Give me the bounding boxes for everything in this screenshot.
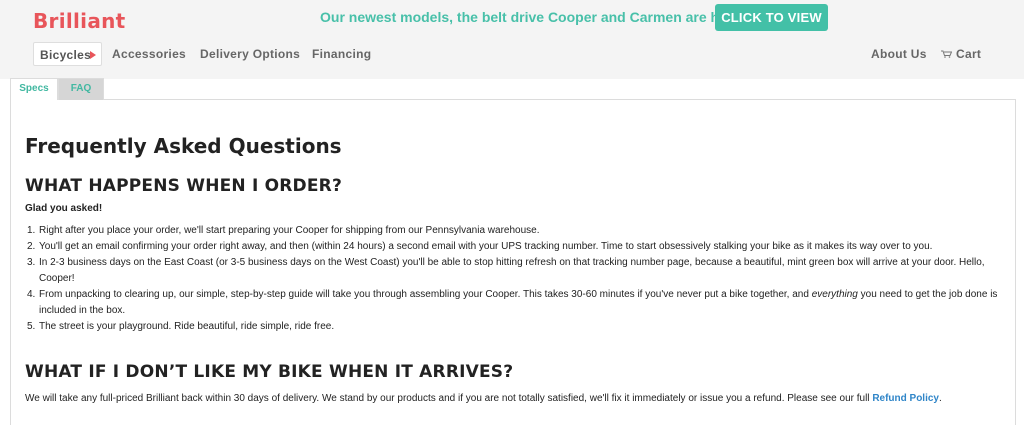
list-item: 1. Right after you place your order, we'… [25, 223, 1000, 239]
brand-logo[interactable]: Brilliant [33, 9, 126, 33]
tab-faq[interactable]: FAQ [58, 78, 104, 100]
nav-cart-label: Cart [956, 47, 982, 61]
returns-text: We will take any full-priced Brilliant b… [25, 393, 873, 404]
list-number: 3. [27, 257, 36, 268]
tab-specs[interactable]: Specs [10, 78, 58, 100]
nav-financing[interactable]: Financing [312, 42, 371, 66]
nav-cart[interactable]: Cart [941, 42, 982, 66]
list-number: 4. [27, 289, 36, 300]
list-item: 5. The street is your playground. Ride b… [25, 319, 1000, 335]
main-nav: Bicycles Accessories Delivery Options Fi… [0, 42, 1024, 66]
product-tabs: Specs FAQ [10, 78, 1016, 100]
list-number: 2. [27, 241, 36, 252]
section-heading-returns: WHAT IF I DON’T LIKE MY BIKE WHEN IT ARR… [25, 362, 514, 382]
nav-bicycles-label: Bicycles [40, 48, 92, 62]
returns-paragraph: We will take any full-priced Brilliant b… [25, 391, 1000, 406]
list-text: Right after you place your order, we'll … [39, 225, 540, 236]
cart-icon [941, 50, 952, 58]
caret-right-icon [90, 51, 96, 59]
list-item: 2. You'll get an email confirming your o… [25, 239, 1000, 255]
list-number: 1. [27, 225, 36, 236]
nav-delivery-options[interactable]: Delivery Options [200, 42, 300, 66]
list-item: 3. In 2-3 business days on the East Coas… [25, 255, 1000, 287]
list-text: In 2-3 business days on the East Coast (… [39, 257, 985, 284]
faq-title: Frequently Asked Questions [25, 134, 342, 158]
nav-bicycles[interactable]: Bicycles [33, 42, 102, 66]
list-item: 4. From unpacking to clearing up, our si… [25, 287, 1000, 319]
order-steps-list: 1. Right after you place your order, we'… [25, 223, 1000, 335]
list-number: 5. [27, 321, 36, 332]
promo-text: Our newest models, the belt drive Cooper… [320, 9, 749, 25]
refund-policy-link[interactable]: Refund Policy [872, 393, 939, 404]
returns-end: . [939, 393, 942, 404]
emphasis-text: everything [811, 289, 858, 300]
click-to-view-button[interactable]: CLICK TO VIEW [715, 4, 828, 31]
section-intro: Glad you asked! [25, 203, 103, 214]
list-text: You'll get an email confirming your orde… [39, 241, 933, 252]
top-header: Brilliant Our newest models, the belt dr… [0, 0, 1024, 79]
list-text: From unpacking to clearing up, our simpl… [39, 289, 812, 300]
list-text: The street is your playground. Ride beau… [39, 321, 335, 332]
section-heading-order: WHAT HAPPENS WHEN I ORDER? [25, 176, 343, 196]
nav-about-us[interactable]: About Us [871, 42, 927, 66]
nav-accessories[interactable]: Accessories [112, 42, 186, 66]
